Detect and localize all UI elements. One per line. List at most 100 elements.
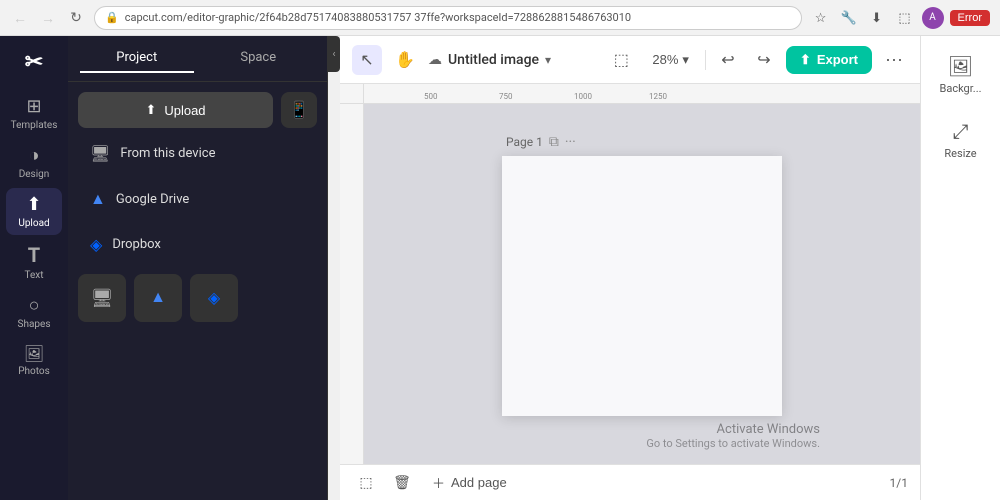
- canvas-footer: ⬚ 🗑 ＋ Add page 1/1: [340, 464, 920, 500]
- frame-icon: ⬚: [614, 50, 629, 70]
- download-button[interactable]: ⬇: [866, 7, 888, 29]
- avatar: A: [922, 7, 944, 29]
- export-button[interactable]: ⬆ Export: [786, 46, 872, 74]
- export-icon: ⬆: [800, 52, 811, 68]
- url-text: capcut.com/editor-graphic/2f64b28d751740…: [125, 11, 631, 24]
- upload-main-button[interactable]: ⬆ Upload: [78, 92, 273, 128]
- source-label-gdrive: Google Drive: [116, 192, 189, 207]
- reload-button[interactable]: ↻: [66, 8, 86, 28]
- sidebar-item-templates[interactable]: ⊞ Templates: [6, 90, 62, 137]
- sidebar-item-design[interactable]: ◑ Design: [6, 139, 62, 186]
- page-canvas[interactable]: [502, 156, 782, 416]
- cursor-tool-button[interactable]: ↖: [352, 45, 382, 75]
- source-label-device: From this device: [120, 146, 215, 161]
- background-label: Backgr...: [939, 82, 981, 95]
- upload-shortcut-row: 🖥 ▲ ◈: [78, 274, 317, 322]
- add-page-icon: ＋: [432, 473, 445, 492]
- add-page-button[interactable]: ＋ Add page: [424, 469, 515, 496]
- resize-icon: ⤢: [953, 119, 969, 143]
- extension-button[interactable]: 🔧: [838, 7, 860, 29]
- source-item-device[interactable]: 🖥 From this device: [78, 134, 317, 173]
- tab-button[interactable]: ⬚: [894, 7, 916, 29]
- activate-windows-title: Activate Windows: [646, 422, 820, 437]
- page-copy-icon[interactable]: ⧉: [549, 134, 559, 150]
- upload-btn-icon: ⬆: [145, 102, 156, 118]
- error-button[interactable]: Error: [950, 10, 990, 26]
- hand-icon: ✋: [395, 50, 415, 70]
- upload-mobile-button[interactable]: 📱: [281, 92, 317, 128]
- redo-icon: ↪: [757, 50, 770, 70]
- page-label: Page 1: [506, 135, 543, 149]
- panel-body: ⬆ Upload 📱 🖥 From this device ▲ Google D…: [68, 82, 327, 500]
- design-icon: ◑: [29, 145, 40, 166]
- footer-frame-button[interactable]: ⬚: [352, 469, 380, 497]
- sidebar-item-upload[interactable]: ⬆ Upload: [6, 188, 62, 235]
- shortcut-device-button[interactable]: 🖥: [78, 274, 126, 322]
- shortcut-gdrive-button[interactable]: ▲: [134, 274, 182, 322]
- ruler-top: 500 750 1000 1250: [364, 84, 920, 104]
- canvas-area: ↖ ✋ ☁ Untitled image ▾ ⬚ 28% ▾ ↩: [340, 36, 920, 500]
- more-icon: ···: [885, 49, 903, 70]
- sidebar-item-shapes[interactable]: ○ Shapes: [6, 289, 62, 336]
- tab-space[interactable]: Space: [202, 44, 316, 73]
- upload-btn-label: Upload: [164, 103, 205, 118]
- sidebar-label-photos: Photos: [18, 366, 50, 377]
- browser-chrome: ← → ↻ 🔒 capcut.com/editor-graphic/2f64b2…: [0, 0, 1000, 36]
- collapse-chevron-icon: ‹: [332, 49, 335, 60]
- url-lock-icon: 🔒: [105, 11, 119, 24]
- page-count: 1/1: [890, 476, 908, 490]
- collapse-handle[interactable]: ‹: [328, 36, 340, 72]
- app-container: ✂ ⊞ Templates ◑ Design ⬆ Upload T Text ○…: [0, 36, 1000, 500]
- zoom-level-text: 28%: [652, 52, 678, 67]
- zoom-button[interactable]: 28% ▾: [644, 48, 697, 72]
- canvas-background[interactable]: Page 1 ⧉ ··· Activate Windows Go to Sett…: [364, 104, 920, 500]
- back-button[interactable]: ←: [10, 8, 30, 28]
- right-panel: 🖼 Backgr... ⤢ Resize: [920, 36, 1000, 500]
- bookmark-button[interactable]: ☆: [810, 7, 832, 29]
- ruler-left: [340, 104, 364, 500]
- forward-button[interactable]: →: [38, 8, 58, 28]
- logo-icon: ✂: [25, 50, 43, 75]
- title-area: ☁ Untitled image ▾: [428, 52, 551, 68]
- ruler-corner: [340, 84, 364, 104]
- tab-project[interactable]: Project: [80, 44, 194, 73]
- undo-icon: ↩: [721, 50, 734, 70]
- activate-windows-watermark: Activate Windows Go to Settings to activ…: [646, 422, 820, 450]
- footer-delete-button[interactable]: 🗑: [388, 469, 416, 497]
- zoom-chevron-icon: ▾: [682, 52, 689, 68]
- title-chevron-icon[interactable]: ▾: [545, 53, 551, 67]
- right-panel-background[interactable]: 🖼 Backgr...: [927, 46, 995, 103]
- sidebar-label-text: Text: [24, 270, 43, 281]
- templates-icon: ⊞: [26, 96, 41, 117]
- sidebar-item-photos[interactable]: 🖼 Photos: [6, 338, 62, 383]
- hand-tool-button[interactable]: ✋: [390, 45, 420, 75]
- device-icon: 🖥: [90, 144, 110, 163]
- more-options-button[interactable]: ···: [880, 46, 908, 74]
- redo-button[interactable]: ↪: [750, 46, 778, 74]
- page-menu-icon[interactable]: ···: [565, 134, 576, 150]
- ruler-mark-750: 750: [499, 92, 513, 101]
- ruler-mark-1250: 1250: [649, 92, 667, 101]
- source-item-gdrive[interactable]: ▲ Google Drive: [78, 179, 317, 219]
- mobile-icon: 📱: [289, 100, 309, 120]
- frame-tool-button[interactable]: ⬚: [606, 45, 636, 75]
- url-bar[interactable]: 🔒 capcut.com/editor-graphic/2f64b28d7517…: [94, 6, 802, 30]
- main-toolbar: ↖ ✋ ☁ Untitled image ▾ ⬚ 28% ▾ ↩: [340, 36, 920, 84]
- shortcut-dropbox-icon: ◈: [208, 288, 220, 308]
- footer-trash-icon: 🗑: [393, 474, 411, 491]
- activate-windows-subtitle: Go to Settings to activate Windows.: [646, 437, 820, 450]
- source-item-dropbox[interactable]: ◈ Dropbox: [78, 225, 317, 264]
- source-label-dropbox: Dropbox: [112, 237, 161, 252]
- undo-button[interactable]: ↩: [714, 46, 742, 74]
- icon-sidebar: ✂ ⊞ Templates ◑ Design ⬆ Upload T Text ○…: [0, 36, 68, 500]
- footer-frame-icon: ⬚: [359, 474, 372, 491]
- sidebar-item-text[interactable]: T Text: [6, 237, 62, 287]
- right-panel-resize[interactable]: ⤢ Resize: [927, 111, 995, 168]
- shortcut-device-icon: 🖥: [91, 288, 114, 309]
- upload-panel: Project Space ⬆ Upload 📱 🖥 From this dev…: [68, 36, 328, 500]
- shapes-icon: ○: [29, 295, 40, 316]
- export-label: Export: [817, 52, 858, 67]
- upload-icon: ⬆: [26, 194, 41, 215]
- shortcut-dropbox-button[interactable]: ◈: [190, 274, 238, 322]
- resize-label: Resize: [944, 147, 976, 160]
